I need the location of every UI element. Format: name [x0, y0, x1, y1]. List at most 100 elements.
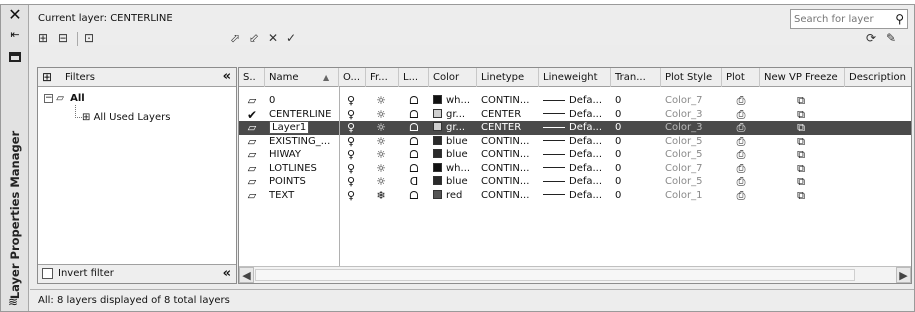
- layer-name[interactable]: EXISTING_...: [269, 136, 330, 147]
- unlocked-icon[interactable]: ᗝ: [407, 135, 421, 149]
- layer-name-cell[interactable]: POINTS: [269, 175, 339, 189]
- linetype-cell[interactable]: CONTIN...: [481, 189, 539, 203]
- locked-icon[interactable]: ᗡ: [407, 175, 421, 189]
- layer-name-cell[interactable]: Layer1: [269, 121, 339, 135]
- tree-item-all-used-layers[interactable]: ⊞ All Used Layers: [82, 112, 170, 123]
- on-lightbulb-icon[interactable]: ♀: [344, 108, 358, 122]
- linetype-cell[interactable]: CENTER: [481, 121, 539, 135]
- color-cell[interactable]: red: [433, 189, 477, 203]
- lineweight-cell[interactable]: Defa...: [543, 94, 611, 108]
- lineweight-cell[interactable]: Defa...: [543, 162, 611, 176]
- lineweight-cell[interactable]: Defa...: [543, 148, 611, 162]
- linetype-cell[interactable]: CENTER: [481, 108, 539, 122]
- unlocked-icon[interactable]: ᗝ: [407, 148, 421, 162]
- new-layer-vp-frozen-icon[interactable]: ⬃: [249, 30, 259, 46]
- on-lightbulb-icon[interactable]: ♀: [344, 148, 358, 162]
- on-lightbulb-icon[interactable]: ♀: [344, 121, 358, 135]
- frozen-snowflake-icon[interactable]: ❄: [374, 189, 388, 203]
- layer-name[interactable]: POINTS: [269, 176, 306, 187]
- plot-printer-icon[interactable]: ⎙: [734, 121, 748, 135]
- linetype-cell[interactable]: CONTIN...: [481, 162, 539, 176]
- unlocked-icon[interactable]: ᗝ: [407, 162, 421, 176]
- color-cell[interactable]: wh...: [433, 94, 477, 108]
- color-cell[interactable]: blue: [433, 148, 477, 162]
- thawed-sun-icon[interactable]: ☼: [374, 148, 388, 162]
- transparency-cell[interactable]: 0: [615, 108, 661, 122]
- on-lightbulb-icon[interactable]: ♀: [344, 175, 358, 189]
- lineweight-cell[interactable]: Defa...: [543, 175, 611, 189]
- thawed-sun-icon[interactable]: ☼: [374, 175, 388, 189]
- plot-printer-icon[interactable]: ⎙: [734, 162, 748, 176]
- plot-printer-icon[interactable]: ⎙: [734, 189, 748, 203]
- invert-filter-checkbox[interactable]: [42, 268, 53, 279]
- thawed-sun-icon[interactable]: ☼: [374, 94, 388, 108]
- layer-states-manager-icon[interactable]: ⊡: [84, 30, 94, 46]
- column-header-color[interactable]: Color: [429, 68, 477, 87]
- layer-name[interactable]: Layer1: [269, 121, 310, 134]
- lineweight-cell[interactable]: Defa...: [543, 135, 611, 149]
- transparency-cell[interactable]: 0: [615, 175, 661, 189]
- on-lightbulb-icon[interactable]: ♀: [344, 94, 358, 108]
- collapse-filters-icon[interactable]: «: [223, 266, 231, 281]
- layer-name[interactable]: LOTLINES: [269, 163, 317, 174]
- lineweight-cell[interactable]: Defa...: [543, 108, 611, 122]
- settings-icon[interactable]: ✎: [886, 30, 896, 46]
- column-header-plot-style[interactable]: Plot Style: [661, 68, 722, 87]
- layer-name-cell[interactable]: TEXT: [269, 189, 339, 203]
- properties-icon[interactable]: [6, 49, 24, 65]
- new-vp-freeze-icon[interactable]: ⧉: [794, 121, 808, 135]
- color-cell[interactable]: gr...: [433, 121, 477, 135]
- layer-name-cell[interactable]: HIWAY: [269, 148, 339, 162]
- new-vp-freeze-icon[interactable]: ⧉: [794, 94, 808, 108]
- layer-name-cell[interactable]: 0: [269, 94, 339, 108]
- color-cell[interactable]: gr...: [433, 108, 477, 122]
- scrollbar-thumb[interactable]: [255, 269, 855, 281]
- layer-name[interactable]: HIWAY: [269, 149, 301, 160]
- unlocked-icon[interactable]: ᗝ: [407, 189, 421, 203]
- linetype-cell[interactable]: CONTIN...: [481, 94, 539, 108]
- column-header-description[interactable]: Description: [845, 68, 911, 87]
- unlocked-icon[interactable]: ᗝ: [407, 108, 421, 122]
- linetype-cell[interactable]: CONTIN...: [481, 135, 539, 149]
- thawed-sun-icon[interactable]: ☼: [374, 121, 388, 135]
- transparency-cell[interactable]: 0: [615, 162, 661, 176]
- thawed-sun-icon[interactable]: ☼: [374, 135, 388, 149]
- column-header-transparency[interactable]: Tran...: [611, 68, 661, 87]
- linetype-cell[interactable]: CONTIN...: [481, 175, 539, 189]
- on-lightbulb-icon[interactable]: ♀: [344, 162, 358, 176]
- tree-expand-icon[interactable]: −: [44, 93, 53, 103]
- scroll-right-icon[interactable]: ▶: [896, 267, 911, 283]
- new-vp-freeze-icon[interactable]: ⧉: [794, 135, 808, 149]
- linetype-cell[interactable]: CONTIN...: [481, 148, 539, 162]
- plot-printer-icon[interactable]: ⎙: [734, 94, 748, 108]
- layer-name-cell[interactable]: LOTLINES: [269, 162, 339, 176]
- new-layer-icon[interactable]: ⬀: [230, 30, 240, 46]
- column-header-freeze[interactable]: Fr...: [366, 68, 399, 87]
- column-header-linetype[interactable]: Linetype: [477, 68, 539, 87]
- horizontal-scrollbar[interactable]: ◀ ▶: [239, 266, 911, 283]
- lineweight-cell[interactable]: Defa...: [543, 189, 611, 203]
- search-input[interactable]: [791, 10, 885, 28]
- transparency-cell[interactable]: 0: [615, 189, 661, 203]
- autohide-icon[interactable]: ⇤: [6, 27, 24, 43]
- color-cell[interactable]: blue: [433, 135, 477, 149]
- transparency-cell[interactable]: 0: [615, 148, 661, 162]
- on-lightbulb-icon[interactable]: ♀: [344, 189, 358, 203]
- new-vp-freeze-icon[interactable]: ⧉: [794, 189, 808, 203]
- column-header-plot[interactable]: Plot: [722, 68, 760, 87]
- layer-name[interactable]: 0: [269, 95, 275, 106]
- lineweight-cell[interactable]: Defa...: [543, 121, 611, 135]
- unlocked-icon[interactable]: ᗝ: [407, 121, 421, 135]
- plot-printer-icon[interactable]: ⎙: [734, 175, 748, 189]
- layer-name-cell[interactable]: CENTERLINE: [269, 108, 339, 122]
- transparency-cell[interactable]: 0: [615, 94, 661, 108]
- new-vp-freeze-icon[interactable]: ⧉: [794, 108, 808, 122]
- new-vp-freeze-icon[interactable]: ⧉: [794, 175, 808, 189]
- plot-printer-icon[interactable]: ⎙: [734, 135, 748, 149]
- new-vp-freeze-icon[interactable]: ⧉: [794, 148, 808, 162]
- plot-printer-icon[interactable]: ⎙: [734, 108, 748, 122]
- transparency-cell[interactable]: 0: [615, 135, 661, 149]
- layer-name[interactable]: CENTERLINE: [269, 109, 331, 120]
- new-group-filter-icon[interactable]: ⊟: [58, 30, 68, 46]
- column-header-status[interactable]: S..: [239, 68, 265, 87]
